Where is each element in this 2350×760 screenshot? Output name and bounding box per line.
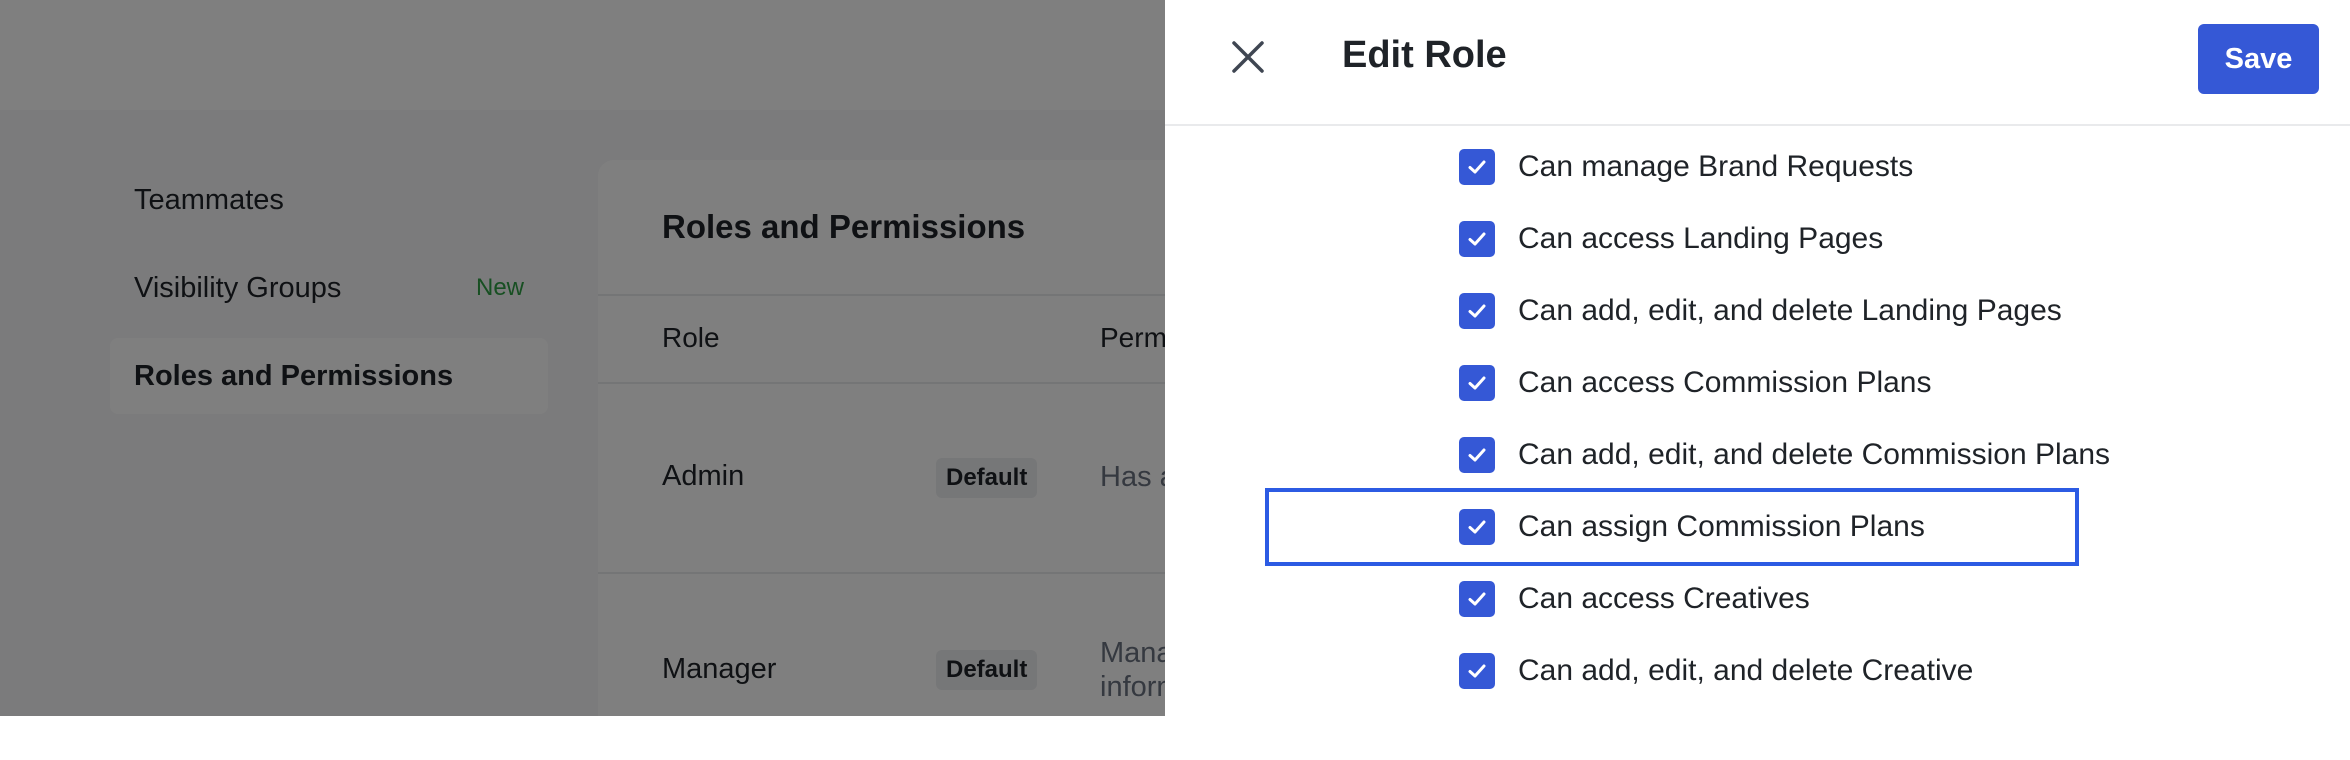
permission-item[interactable]: Can access Creatives <box>1260 564 1810 634</box>
checkbox[interactable] <box>1459 437 1495 473</box>
check-icon <box>1468 592 1486 606</box>
permission-item-highlighted[interactable]: Can assign Commission Plans <box>1265 488 2079 566</box>
checkbox[interactable] <box>1459 293 1495 329</box>
check-icon <box>1468 160 1486 174</box>
check-icon <box>1468 304 1486 318</box>
checkbox[interactable] <box>1459 365 1495 401</box>
close-icon <box>1231 40 1265 79</box>
check-icon <box>1468 232 1486 246</box>
permission-label: Can add, edit, and delete Landing Pages <box>1518 294 2062 327</box>
drawer-title: Edit Role <box>1342 34 1507 76</box>
save-button[interactable]: Save <box>2198 24 2319 94</box>
checkbox[interactable] <box>1459 581 1495 617</box>
permission-item[interactable]: Can access Landing Pages <box>1260 204 1883 274</box>
permission-label: Can access Creatives <box>1518 582 1810 615</box>
permission-label: Can add, edit, and delete Commission Pla… <box>1518 438 2111 471</box>
permission-item[interactable]: Can add, edit, and delete Landing Pages <box>1260 276 2062 346</box>
permission-item[interactable]: Can add, edit, and delete Commission Pla… <box>1260 420 2110 490</box>
permission-label: Can manage Brand Requests <box>1518 150 1914 183</box>
check-icon <box>1468 520 1486 534</box>
permission-label: Can access Landing Pages <box>1518 222 1884 255</box>
checkbox[interactable] <box>1459 149 1495 185</box>
check-icon <box>1468 664 1486 678</box>
checkbox[interactable] <box>1459 221 1495 257</box>
permission-item[interactable]: Can add, edit, and delete Creative <box>1260 636 1973 706</box>
check-icon <box>1468 448 1486 462</box>
drawer-header: Edit Role Save <box>1165 0 2350 126</box>
permission-item[interactable]: Can access Commission Plans <box>1260 348 1931 418</box>
edit-role-drawer: Edit Role Save Can manage Brand Requests… <box>1165 0 2350 716</box>
check-icon <box>1468 376 1486 390</box>
checkbox[interactable] <box>1459 653 1495 689</box>
close-button[interactable] <box>1223 34 1273 84</box>
checkbox[interactable] <box>1459 509 1495 545</box>
permission-label: Can add, edit, and delete Creative <box>1518 654 1974 687</box>
permission-item[interactable]: Can manage Brand Requests <box>1260 132 1913 202</box>
permission-label: Can assign Commission Plans <box>1518 510 1925 543</box>
permission-label: Can access Commission Plans <box>1518 366 1932 399</box>
